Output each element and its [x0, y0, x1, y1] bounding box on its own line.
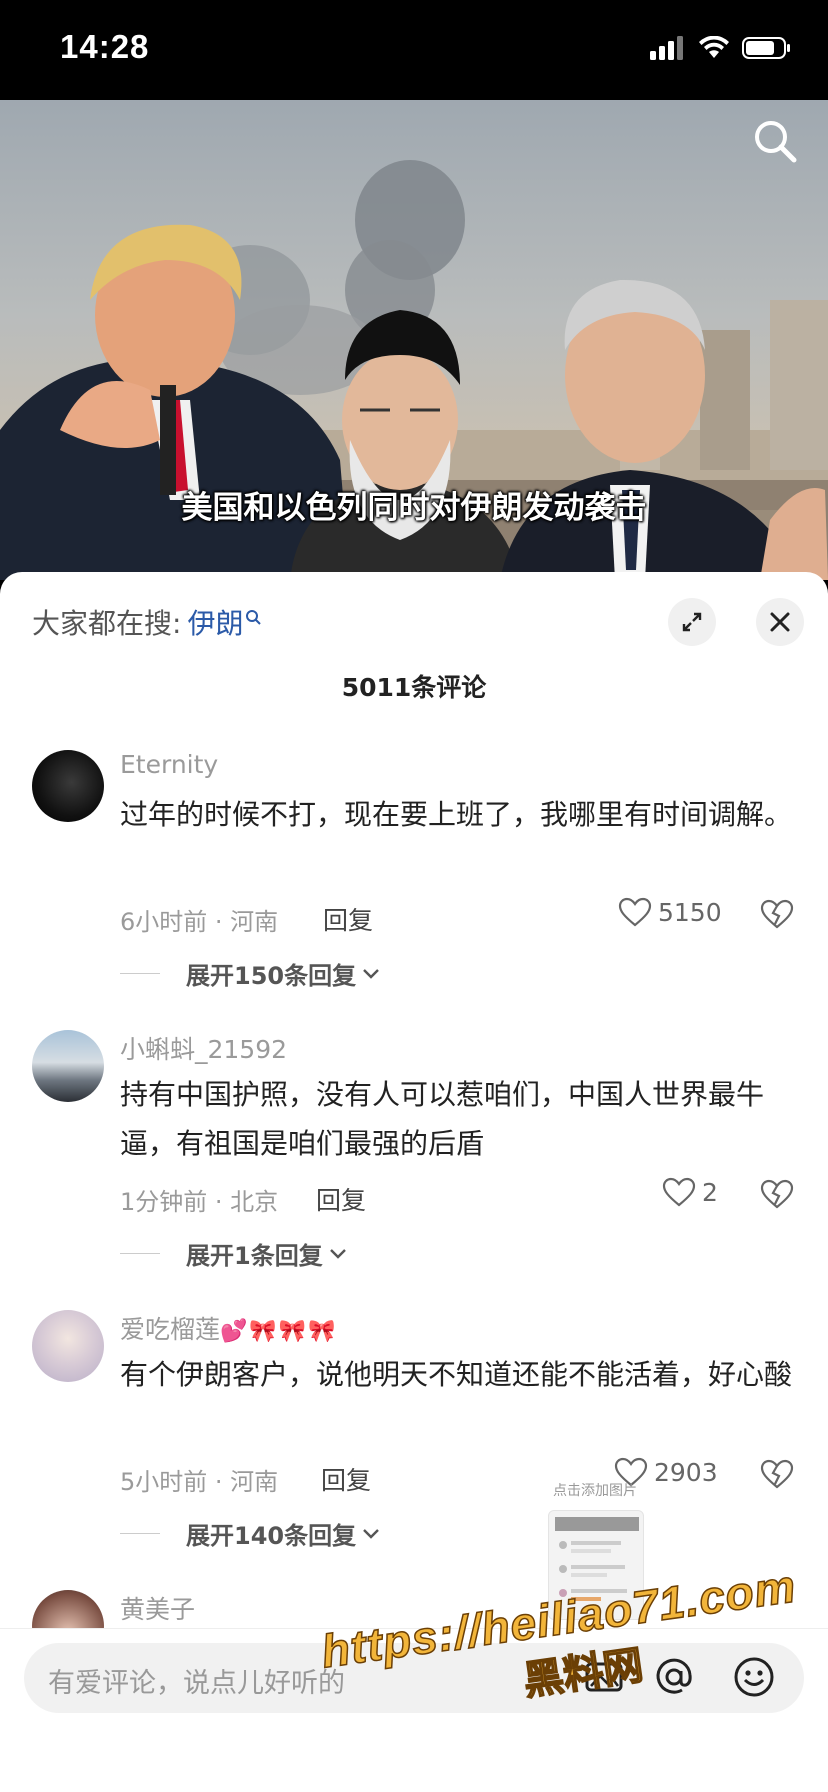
dislike-icon[interactable]	[760, 1459, 794, 1489]
wifi-icon	[699, 36, 729, 58]
avatar[interactable]	[32, 750, 104, 822]
search-suggestion[interactable]: 大家都在搜: 伊朗	[32, 602, 262, 642]
avatar[interactable]	[32, 1310, 104, 1382]
expand-divider	[120, 973, 160, 974]
status-bar: 14:28	[0, 0, 828, 100]
cellular-signal-icon	[650, 36, 683, 60]
chevron-down-icon	[363, 1528, 379, 1539]
comment-text: 持有中国护照，没有人可以惹咱们，中国人世界最牛逼，有祖国是咱们最强的后盾	[120, 1078, 765, 1160]
comment-meta: 6小时前 · 河南	[120, 908, 279, 936]
comment-count: 5011条评论	[341, 673, 487, 702]
comment-text: 过年的时候不打，现在要上班了，我哪里有时间调解。	[120, 798, 793, 831]
chevron-down-icon	[363, 968, 379, 979]
video-caption: 美国和以色列同时对伊朗发动袭击	[181, 490, 647, 526]
comment-username[interactable]: 小蝌蚪_21592	[120, 1030, 287, 1066]
expand-replies-label: 展开1条回复	[186, 1242, 323, 1270]
comment-username[interactable]: 黄美子	[120, 1590, 195, 1626]
status-time: 14:28	[60, 28, 150, 65]
chevron-down-icon	[329, 1248, 346, 1259]
expand-panel-button[interactable]	[668, 598, 716, 646]
expand-icon	[682, 612, 702, 632]
search-icon[interactable]	[750, 116, 800, 166]
dislike-icon[interactable]	[760, 1179, 794, 1209]
search-prefix: 大家都在搜:	[32, 607, 182, 640]
expand-replies[interactable]: 展开150条回复	[120, 956, 380, 991]
comment-meta: 1分钟前 · 北京	[120, 1188, 279, 1216]
close-panel-button[interactable]	[756, 598, 804, 646]
comment-input-placeholder: 有爱评论，说点儿好听的	[48, 1668, 345, 1699]
expand-replies[interactable]: 展开1条回复	[120, 1236, 347, 1271]
like-count: 5150	[658, 897, 722, 927]
expand-divider	[120, 1253, 160, 1254]
reply-button[interactable]: 回复	[321, 1461, 371, 1497]
heart-icon	[662, 1177, 696, 1207]
comment-text: 有个伊朗客户，说他明天不知道还能不能活着，好心酸	[120, 1358, 793, 1391]
like-button[interactable]: 5150	[618, 897, 722, 927]
comment-username[interactable]: 爱吃榴莲💕🎀🎀🎀	[120, 1310, 338, 1346]
heart-icon	[618, 897, 652, 927]
comment-item: Eternity 过年的时候不打，现在要上班了，我哪里有时间调解。 6小时前 ·…	[0, 750, 828, 1000]
add-image-label: 点击添加图片	[553, 1483, 637, 1499]
comment-item: 爱吃榴莲💕🎀🎀🎀 有个伊朗客户，说他明天不知道还能不能活着，好心酸 5小时前 ·…	[0, 1310, 828, 1560]
search-keyword[interactable]: 伊朗	[187, 602, 243, 642]
avatar[interactable]	[32, 1030, 104, 1102]
expand-replies[interactable]: 展开140条回复	[120, 1516, 380, 1551]
expand-replies-label: 展开140条回复	[186, 1522, 357, 1550]
like-button[interactable]: 2	[662, 1177, 718, 1207]
username-emoji: 💕🎀🎀🎀	[220, 1319, 338, 1344]
keyword-search-icon	[246, 610, 262, 625]
like-count: 2	[702, 1177, 718, 1207]
reply-button[interactable]: 回复	[323, 901, 373, 937]
comment-username-text: 爱吃榴莲	[120, 1315, 221, 1344]
comment-item: 小蝌蚪_21592 持有中国护照，没有人可以惹咱们，中国人世界最牛逼，有祖国是咱…	[0, 1030, 828, 1280]
expand-divider	[120, 1533, 160, 1534]
comment-meta: 5小时前 · 河南	[120, 1468, 279, 1496]
close-icon	[770, 612, 790, 632]
like-count: 2903	[654, 1457, 718, 1487]
video-player[interactable]: 美国和以色列同时对伊朗发动袭击	[0, 100, 828, 580]
comment-username[interactable]: Eternity	[120, 750, 218, 779]
status-icons	[650, 36, 792, 60]
dislike-icon[interactable]	[760, 899, 794, 929]
reply-button[interactable]: 回复	[316, 1181, 366, 1217]
expand-replies-label: 展开150条回复	[186, 962, 357, 990]
battery-icon	[742, 37, 790, 59]
